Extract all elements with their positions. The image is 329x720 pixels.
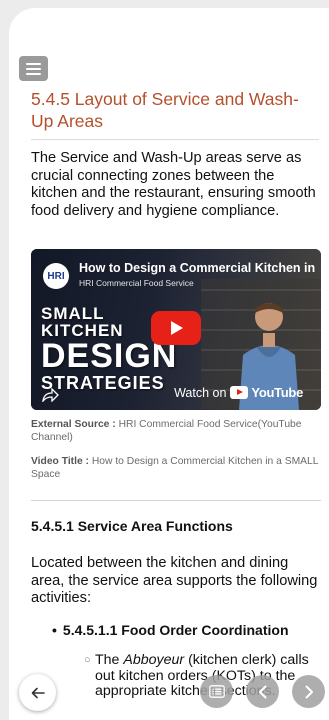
table-of-contents-button[interactable]	[200, 675, 233, 708]
section-intro: The Service and Wash-Up areas serve as c…	[31, 150, 316, 219]
menu-button[interactable]	[19, 56, 48, 81]
subsection-heading: 5.4.5.1 Service Area Functions	[31, 518, 233, 534]
subsection-paragraph: Located between the kitchen and dining a…	[31, 555, 318, 606]
video-title-label: Video Title :	[31, 456, 89, 467]
next-page-button[interactable]	[292, 675, 325, 708]
chevron-left-icon	[258, 685, 266, 698]
arrow-left-icon	[31, 687, 45, 698]
video-title-meta: Video Title : How to Design a Commercial…	[31, 456, 321, 481]
section-title: 5.4.5 Layout of Service and Wash-Up Area…	[31, 89, 299, 131]
external-source-label: External Source :	[31, 419, 116, 430]
video-title[interactable]: How to Design a Commercial Kitchen in a …	[79, 261, 315, 275]
abboyeur-term: Abboyeur	[123, 652, 185, 668]
watch-on-youtube-link[interactable]: Watch on YouTube	[174, 385, 303, 400]
thumb-text-strategies: STRATEGIES	[41, 373, 165, 393]
section-divider	[31, 500, 321, 501]
previous-page-button[interactable]	[246, 675, 279, 708]
play-icon	[171, 321, 183, 335]
bullet-heading: 5.4.5.1.1 Food Order Coordination	[52, 622, 289, 638]
back-button[interactable]	[19, 674, 56, 711]
youtube-video-embed[interactable]: HRI How to Design a Commercial Kitchen i…	[31, 249, 321, 410]
external-source: External Source : HRI Commercial Food Se…	[31, 419, 321, 444]
title-divider	[31, 139, 319, 140]
youtube-icon	[230, 386, 249, 399]
circle-bullet-icon: ○	[84, 654, 91, 666]
section-content: 5.4.5 Layout of Service and Wash-Up Area…	[31, 88, 319, 220]
list-icon	[208, 685, 225, 698]
watch-on-label: Watch on	[174, 385, 227, 400]
play-button[interactable]	[151, 311, 201, 345]
channel-logo[interactable]: HRI	[43, 263, 69, 289]
video-channel: HRI Commercial Food Service	[79, 278, 194, 288]
chevron-right-icon	[305, 685, 313, 698]
hamburger-menu-icon	[26, 62, 41, 65]
youtube-logo: YouTube	[230, 385, 303, 400]
thumb-text-small: SMALL	[41, 304, 105, 323]
share-icon[interactable]	[41, 388, 59, 402]
